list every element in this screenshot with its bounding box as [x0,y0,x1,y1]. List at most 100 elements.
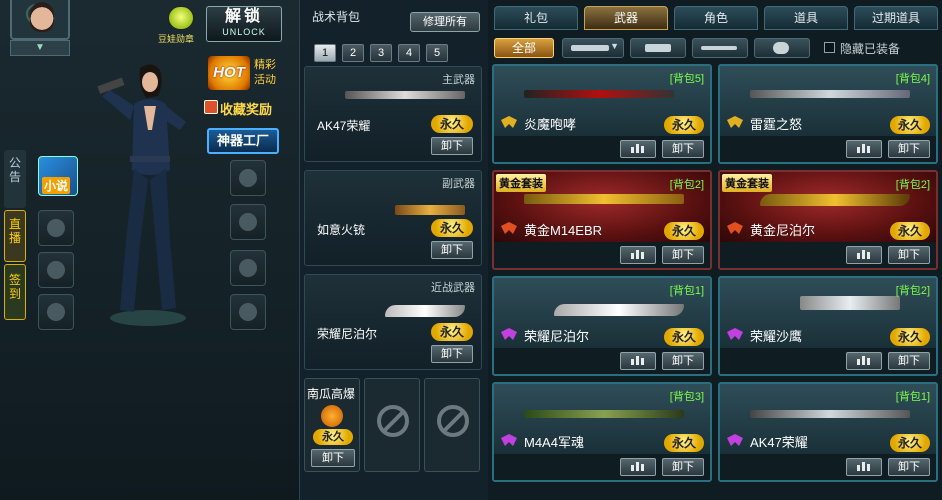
character-model[interactable] [90,60,200,330]
pumpkin-grenade-icon [321,405,343,427]
chevron-down-icon: ▼ [610,41,619,51]
unequip-button[interactable]: 卸下 [662,352,704,370]
doll-medal-button[interactable]: 豆娃勋章 [158,6,204,44]
stats-button[interactable] [846,352,882,370]
slot-weapon-name: 荣耀尼泊尔 [317,327,378,341]
weapon-card[interactable]: [背包2] 荣耀沙鹰 永久 卸下 [718,276,938,376]
equip-slot-bag[interactable] [38,294,74,330]
melee-weapon-slot[interactable]: 近战武器 荣耀尼泊尔 永久 卸下 [304,274,482,370]
stats-button[interactable] [620,458,656,476]
equip-slot-helmet[interactable] [230,160,266,196]
repair-all-button[interactable]: 修理所有 [410,12,480,32]
slot-weapon-name: AK47荣耀 [317,119,371,133]
novel-book-button[interactable]: 小说 [38,156,78,196]
equip-slot-gloves[interactable] [230,250,266,286]
slot-category: 近战武器 [431,282,475,294]
backpack-page-3[interactable]: 3 [370,44,392,62]
unequip-button[interactable]: 卸下 [662,246,704,264]
stats-button[interactable] [846,140,882,158]
equip-slot-vest[interactable] [230,204,266,240]
grenade-slot[interactable]: 南瓜高爆 永久 卸下 [304,378,360,472]
artifact-factory-button[interactable]: 神器工厂 [207,128,279,154]
stats-bar-icon [641,358,644,365]
unequip-button[interactable]: 卸下 [311,449,355,467]
equip-slot-accessory[interactable] [38,252,74,288]
filter-pistol-button[interactable] [630,38,686,58]
tab-gift-pack[interactable]: 礼包 [494,6,578,30]
tab-characters[interactable]: 角色 [674,6,758,30]
gold-set-tag: 黄金套装 [496,174,546,192]
tab-expired-items[interactable]: 过期道具 [854,6,938,30]
weapon-card[interactable]: [背包4] 雷霆之怒 永久 卸下 [718,64,938,164]
backpack-index-label: [背包1] [895,391,930,403]
empty-throwable-slot[interactable] [424,378,480,472]
permanent-badge: 永久 [313,429,353,445]
unequip-button[interactable]: 卸下 [888,458,930,476]
kukri-weapon-image [385,305,465,317]
permanent-badge: 永久 [664,328,704,346]
gloves-icon [239,259,257,277]
weapon-card[interactable]: [背包1] 荣耀尼泊尔 永久卸下 [492,276,712,376]
stats-button[interactable] [620,352,656,370]
stats-button[interactable] [620,140,656,158]
unequip-button[interactable]: 卸下 [431,137,473,155]
tab-items[interactable]: 道具 [764,6,848,30]
collect-reward-button[interactable]: 收藏奖励 [204,98,290,120]
unequip-button[interactable]: 卸下 [662,458,704,476]
empty-throwable-slot[interactable] [364,378,420,472]
unequip-button[interactable]: 卸下 [662,140,704,158]
unequip-button[interactable]: 卸下 [431,241,473,259]
weapon-name: 黄金M14EBR [524,223,603,238]
backpack-index-label: [背包1] [669,285,704,297]
ak47-weapon-image [345,91,465,99]
side-tab-notice[interactable]: 公告 [4,150,26,208]
hot-badge: HOT [208,56,250,90]
teddy-bear-icon [47,219,65,237]
equip-slot-ammo[interactable] [230,294,266,330]
primary-weapon-slot[interactable]: 主武器 AK47荣耀 永久 卸下 [304,66,482,162]
unequip-button[interactable]: 卸下 [888,140,930,158]
avatar-face [30,2,54,32]
backpack-index-label: [背包3] [669,391,704,403]
weapon-card[interactable]: 黄金套装 [背包2] 黄金尼泊尔 永久 卸下 [718,170,938,270]
stats-bar-icon [631,359,634,365]
filter-throwable-button[interactable] [754,38,810,58]
weapon-name: 荣耀尼泊尔 [524,329,590,344]
slot-weapon-name: 如意火铳 [317,223,366,237]
filter-rifle-button[interactable]: ▼ [562,38,624,58]
secondary-weapon-slot[interactable]: 副武器 如意火铳 永久 卸下 [304,170,482,266]
backpack-page-5[interactable]: 5 [426,44,448,62]
doll-medal-icon [168,6,194,30]
unequip-button[interactable]: 卸下 [431,345,473,363]
backpack-page-1[interactable]: 1 [314,44,336,62]
weapon-card[interactable]: [背包3] M4A4军魂 永久 卸下 [492,382,712,482]
permanent-badge: 永久 [890,434,930,452]
equip-slot-pet[interactable] [38,210,74,246]
backpack-page-2[interactable]: 2 [342,44,364,62]
permanent-badge: 永久 [890,222,930,240]
tab-weapons[interactable]: 武器 [584,6,668,30]
weapon-image [750,410,910,418]
hot-events-button[interactable]: HOT 精彩活动 [208,56,284,90]
stats-bar-icon [857,359,860,365]
stats-button[interactable] [846,246,882,264]
unequip-button[interactable]: 卸下 [888,352,930,370]
side-tab-live[interactable]: 直播 [4,210,26,262]
side-tab-signin[interactable]: 签到 [4,264,26,320]
filter-melee-button[interactable] [692,38,748,58]
stats-button[interactable] [620,246,656,264]
stats-button[interactable] [846,458,882,476]
avatar-dropdown[interactable]: ▼ [10,40,70,56]
rank-wings-icon [501,434,517,446]
unlock-button[interactable]: 解锁 UNLOCK [206,6,282,42]
hide-equipped-checkbox[interactable] [824,42,835,53]
filter-all-button[interactable]: 全部 [494,38,554,58]
weapon-card[interactable]: [背包1] AK47荣耀 永久 卸下 [718,382,938,482]
backpack-page-4[interactable]: 4 [398,44,420,62]
backpack-index-label: [背包2] [669,179,704,191]
weapon-card-actions: 卸下 [494,348,710,374]
weapon-card[interactable]: [背包5] 炎魔咆哮 永久 卸下 [492,64,712,164]
unequip-button[interactable]: 卸下 [888,246,930,264]
player-avatar[interactable] [10,0,70,40]
weapon-card[interactable]: 黄金套装 [背包2] 黄金M14EBR 永久 卸下 [492,170,712,270]
